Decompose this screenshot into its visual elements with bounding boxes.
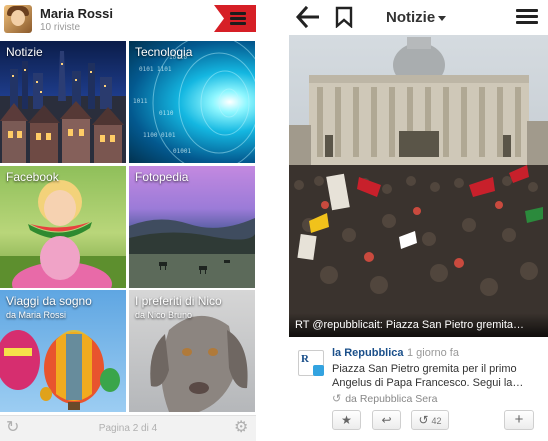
tweet-post: R la Repubblica 1 giorno fa Piazza San P… [289, 340, 548, 412]
retweet-count: 42 [431, 416, 442, 426]
photo-caption: RT @repubblicait: Piazza San Pietro grem… [289, 313, 548, 337]
svg-text:1011: 1011 [133, 98, 148, 105]
svg-text:1100 0101: 1100 0101 [143, 132, 176, 139]
bookmark-icon[interactable] [335, 6, 353, 28]
favorite-button[interactable]: ★ [332, 410, 361, 430]
retweet-icon: ↺ [332, 393, 342, 405]
hamburger-icon[interactable] [516, 9, 538, 25]
svg-text:0101 1101: 0101 1101 [139, 66, 172, 73]
flipboard-contents-panel: Maria Rossi 10 riviste Notizie 0101 1101… [0, 0, 256, 441]
post-via: ↺ da Repubblica Sera [332, 392, 437, 405]
back-arrow-icon[interactable] [295, 5, 321, 29]
tile-title: Viaggi da sogno [6, 294, 92, 308]
tile-tecnologia[interactable]: 0101 1101 1100 0101 10110 01001 1011 0110 T… [129, 41, 255, 163]
tile-viaggi-da-sogno[interactable]: Viaggi da sogno da Maria Rossi [0, 290, 126, 412]
article-panel: Notizie RT @repubblicait: Piazza San Pie… [289, 0, 548, 441]
tile-facebook[interactable]: Facebook [0, 166, 126, 288]
svg-text:0110: 0110 [159, 110, 174, 117]
menu-ribbon-button[interactable] [214, 5, 256, 32]
meadow-landscape-image [129, 218, 255, 288]
article-photo[interactable]: RT @repubblicait: Piazza San Pietro grem… [289, 35, 548, 337]
post-source-name[interactable]: la Repubblica [332, 347, 404, 359]
add-button[interactable]: + [504, 410, 534, 430]
tile-title: Fotopedia [135, 170, 189, 184]
user-profile-header[interactable]: Maria Rossi 10 riviste [0, 0, 256, 38]
tile-fotopedia[interactable]: Fotopedia [129, 166, 255, 288]
pager-footer: ↻ Pagina 2 di 4 ⚙ [0, 415, 256, 441]
user-magazine-count: 10 riviste [40, 22, 81, 33]
post-text[interactable]: Piazza San Pietro gremita per il primo A… [332, 362, 544, 390]
weimaraner-dog-image [150, 315, 248, 412]
twitter-icon [313, 365, 324, 376]
svg-text:01001: 01001 [173, 148, 191, 155]
retweet-button[interactable]: ↺ 42 [411, 410, 449, 430]
post-action-bar: ★ ↩ ↺ 42 + [289, 410, 548, 432]
tile-title: Tecnologia [135, 45, 193, 59]
retweet-icon: ↺ [418, 413, 429, 427]
data-tunnel-image: 0101 11011100 0101 1011001001 10110110 [133, 41, 255, 163]
tile-author: da Nico Bruno [135, 310, 193, 320]
st-peters-square-image [289, 37, 548, 337]
gear-icon[interactable]: ⚙ [234, 420, 248, 436]
post-via-text: da Repubblica Sera [345, 393, 438, 405]
post-timestamp: 1 giorno fa [407, 347, 459, 359]
tile-preferiti-di-nico[interactable]: I preferiti di Nico da Nico Bruno [129, 290, 255, 412]
city-skyline-image [0, 51, 126, 163]
user-name: Maria Rossi [40, 6, 113, 21]
reply-icon: ↩ [381, 413, 392, 427]
tile-title: Notizie [6, 45, 43, 59]
tile-author: da Maria Rossi [6, 310, 67, 320]
tile-title: I preferiti di Nico [135, 294, 222, 308]
tile-title: Facebook [6, 170, 59, 184]
reply-button[interactable]: ↩ [372, 410, 401, 430]
child-watermelon-image [0, 180, 126, 288]
photo-caption-text: RT @repubblicait: Piazza San Pietro grem… [295, 319, 525, 331]
section-title-dropdown[interactable]: Notizie [386, 9, 435, 26]
avatar[interactable] [4, 5, 32, 33]
hot-air-balloons-image [0, 330, 120, 410]
article-topbar: Notizie [289, 0, 548, 35]
tile-notizie[interactable]: Notizie [0, 41, 126, 163]
page-indicator: Pagina 2 di 4 [98, 423, 158, 434]
source-logo-icon[interactable]: R [298, 350, 324, 376]
star-icon: ★ [341, 413, 352, 427]
plus-icon: + [514, 411, 524, 428]
screen: Maria Rossi 10 riviste Notizie 0101 1101… [0, 0, 548, 441]
chevron-down-icon[interactable] [438, 16, 446, 21]
